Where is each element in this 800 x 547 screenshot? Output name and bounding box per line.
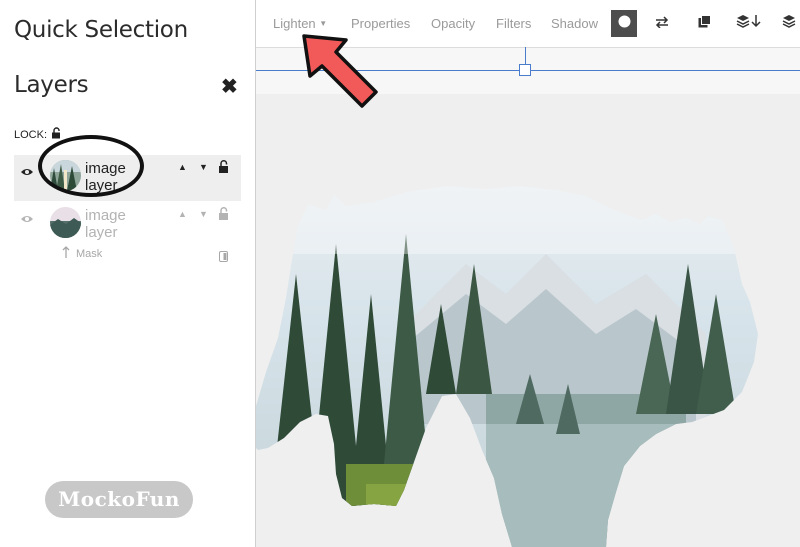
layer-thumbnail [50, 160, 81, 191]
close-panel-button[interactable]: ✖ [221, 74, 238, 99]
layers-sidebar: Quick Selection Layers ✖ LOCK: image lay… [0, 0, 256, 547]
pointer-arrow-annotation [300, 30, 380, 115]
duplicate-button[interactable] [691, 10, 717, 37]
mask-toggle-icon[interactable] [219, 249, 228, 267]
lock-open-icon[interactable] [50, 127, 62, 142]
caret-down-icon: ▼ [319, 19, 328, 28]
layer-thumbnail [50, 207, 81, 238]
mask-link-icon [62, 246, 70, 261]
swap-arrows-icon [655, 15, 669, 33]
layer-name[interactable]: image layer [85, 207, 145, 241]
shadow-menu[interactable]: Shadow [551, 16, 598, 31]
eye-icon[interactable] [20, 164, 34, 182]
layer-down-button[interactable] [732, 10, 766, 37]
swap-button[interactable] [649, 10, 675, 37]
mask-label: Mask [76, 247, 103, 260]
transform-handle[interactable] [519, 64, 531, 76]
circle-shape-icon [618, 15, 631, 33]
layers-down-icon [736, 14, 762, 33]
lock-label: LOCK: [14, 128, 48, 141]
filters-menu[interactable]: Filters [496, 16, 531, 31]
layers-panel-title: Layers [14, 72, 89, 98]
caret-down-icon[interactable]: ▼ [199, 162, 208, 172]
duplicate-icon [698, 14, 711, 33]
opacity-menu[interactable]: Opacity [431, 16, 475, 31]
layers-icon [782, 14, 796, 33]
layer-row-image-layer-1[interactable]: image layer ▲ ▼ [14, 155, 241, 201]
vertical-guide-line [525, 47, 526, 64]
bear-double-exposure-image [256, 94, 800, 547]
brand-logo: MockoFun [45, 481, 193, 518]
lock-open-icon[interactable] [218, 207, 230, 222]
quick-selection-title: Quick Selection [14, 17, 188, 43]
circle-shape-button[interactable] [611, 10, 637, 37]
properties-menu[interactable]: Properties [351, 16, 410, 31]
lock-all-row: LOCK: [14, 127, 62, 142]
caret-up-icon[interactable]: ▲ [178, 209, 187, 219]
layer-up-button[interactable] [782, 10, 800, 37]
mask-row[interactable]: Mask [62, 246, 102, 261]
blend-mode-dropdown[interactable]: Lighten ▼ [273, 16, 327, 31]
caret-up-icon[interactable]: ▲ [178, 162, 187, 172]
eye-icon[interactable] [20, 211, 34, 229]
layer-name[interactable]: image layer [85, 160, 145, 194]
design-canvas[interactable] [256, 94, 800, 547]
lock-open-icon[interactable] [218, 160, 230, 175]
caret-down-icon[interactable]: ▼ [199, 209, 208, 219]
layer-row-image-layer-2[interactable]: image layer ▲ ▼ [14, 202, 241, 248]
